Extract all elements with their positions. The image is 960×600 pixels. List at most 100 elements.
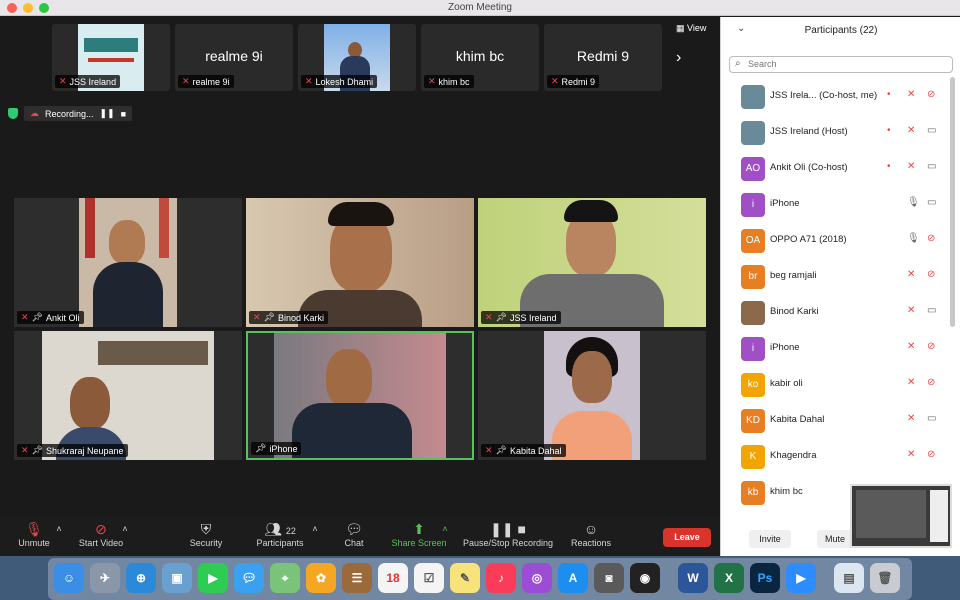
excel-icon[interactable]: X	[714, 563, 744, 593]
participants-caret-icon[interactable]: ˄	[310, 524, 320, 534]
unmute-button[interactable]: 🎙︎ Unmute	[14, 520, 54, 548]
participant-name: Binod Karki	[770, 306, 819, 317]
participant-row[interactable]: i iPhone ✕ ⊘	[721, 331, 953, 367]
music-icon[interactable]: ♪	[486, 563, 516, 593]
podcasts-icon[interactable]: ◎	[522, 563, 552, 593]
obs-icon[interactable]: ◉	[630, 563, 660, 593]
calendar-icon[interactable]: 18	[378, 563, 408, 593]
video-tile[interactable]: ✕ 📌︎ Binod Karki	[246, 198, 474, 327]
contacts-icon[interactable]: ☰	[342, 563, 372, 593]
participant-row[interactable]: br beg ramjali ✕ ⊘	[721, 259, 953, 295]
avatar: br	[741, 265, 765, 289]
finder-icon[interactable]: ☺	[54, 563, 84, 593]
panel-scrollbar[interactable]	[950, 77, 955, 327]
invite-button[interactable]: Invite	[749, 530, 791, 548]
video-camera-icon: ▭	[927, 161, 937, 172]
pin-icon: 📌︎	[31, 445, 43, 455]
thumbnail-name: realme 9i	[192, 76, 230, 87]
next-page-arrow-icon[interactable]: ›	[676, 49, 681, 67]
participant-row[interactable]: JSS Irela... (Co-host, me) • ✕ ⊘	[721, 79, 953, 115]
app-store-icon[interactable]: A	[558, 563, 588, 593]
participants-count: 22	[285, 526, 296, 536]
image-capture-icon[interactable]: ◙	[594, 563, 624, 593]
pause-stop-icon: ❚❚ ■	[490, 521, 526, 537]
thumbnail-jss-ireland[interactable]: ✕ JSS Ireland	[52, 24, 170, 91]
thumbnail-lokesh-dhami[interactable]: ✕ Lokesh Dhami	[298, 24, 416, 91]
thumbnail-redmi-9[interactable]: Redmi 9 ✕ Redmi 9	[544, 24, 662, 91]
thumbnail-namebar: ✕ realme 9i	[178, 75, 234, 88]
participant-row[interactable]: KD Kabita Dahal ✕ ▭	[721, 403, 953, 439]
security-button[interactable]: ⛨ Security	[184, 520, 228, 548]
video-off-icon: ⊘	[927, 449, 936, 460]
downloads-stack-icon[interactable]: ▤	[834, 563, 864, 593]
safari-icon[interactable]: ⊕	[126, 563, 156, 593]
word-icon[interactable]: W	[678, 563, 708, 593]
avatar: ko	[741, 373, 765, 397]
video-tile[interactable]: ✕ 📌︎ Shukraraj Neupane	[14, 331, 242, 460]
trash-icon[interactable]: 🗑︎	[870, 563, 900, 593]
share-options-caret-icon[interactable]: ˄	[440, 524, 450, 534]
thumbnail-namebar: ✕ khim bc	[424, 75, 474, 88]
thumbnail-realme-9i[interactable]: realme 9i ✕ realme 9i	[175, 24, 293, 91]
notes-icon[interactable]: ✎	[450, 563, 480, 593]
photoshop-icon[interactable]: Ps	[750, 563, 780, 593]
mute-all-button[interactable]: Mute	[817, 530, 853, 548]
video-tile[interactable]: ✕ 📌︎ Ankit Oli	[14, 198, 242, 327]
reminders-icon[interactable]: ☑	[414, 563, 444, 593]
start-video-label: Start Video	[78, 538, 124, 548]
launchpad-icon[interactable]: ✈	[90, 563, 120, 593]
zoom-icon[interactable]: ▶	[786, 563, 816, 593]
mic-off-icon: ✕	[485, 312, 493, 322]
participant-row[interactable]: AO Ankit Oli (Co-host) • ✕ ▭	[721, 151, 953, 187]
mic-off-icon: ✕	[907, 269, 916, 280]
photos-icon[interactable]: ✿	[306, 563, 336, 593]
tile-namebar: ✕ 📌︎ Shukraraj Neupane	[17, 444, 128, 457]
chat-button[interactable]: 💬︎ Chat	[336, 520, 372, 548]
thumbnail-namebar: ✕ Lokesh Dhami	[301, 75, 378, 88]
messages-icon[interactable]: 💬︎	[234, 563, 264, 593]
tile-name: iPhone	[269, 443, 298, 454]
participant-name: iPhone	[770, 198, 800, 209]
view-button[interactable]: ▦ View	[676, 23, 706, 34]
mic-off-icon: ✕	[485, 445, 493, 455]
reactions-button[interactable]: ☺ Reactions	[568, 520, 614, 548]
video-options-caret-icon[interactable]: ˄	[120, 524, 130, 534]
facetime-icon[interactable]: ▶	[198, 563, 228, 593]
video-feed	[544, 331, 640, 460]
meeting-toolbar: 🎙︎ Unmute ˄ ⊘ Start Video ˄ ⛨ Security 👥…	[0, 516, 720, 556]
participant-name: Ankit Oli (Co-host)	[770, 162, 848, 173]
video-tile-active-speaker[interactable]: 📌︎ iPhone	[246, 331, 474, 460]
security-label: Security	[189, 538, 223, 548]
stop-recording-icon[interactable]: ■	[121, 109, 126, 119]
pin-icon: 📌︎	[263, 312, 275, 322]
participant-row[interactable]: K Khagendra ✕ ⊘	[721, 439, 953, 475]
video-tile[interactable]: ✕ 📌︎ JSS Ireland	[478, 198, 706, 327]
preview-icon[interactable]: ▣	[162, 563, 192, 593]
cloud-record-icon: ☁	[30, 108, 39, 118]
pause-recording-icon[interactable]: ❚❚	[100, 108, 115, 119]
mini-window-preview[interactable]	[850, 484, 952, 548]
mic-off-icon: ✕	[182, 76, 190, 86]
participant-row[interactable]: Binod Karki ✕ ▭	[721, 295, 953, 331]
search-input[interactable]: Search	[729, 56, 953, 73]
thumbnail-khim-bc[interactable]: khim bc ✕ khim bc	[421, 24, 539, 91]
participant-name: iPhone	[770, 342, 800, 353]
tile-name: Kabita Dahal	[509, 445, 562, 456]
thumbnail-big-name: Redmi 9	[576, 48, 630, 64]
pause-stop-recording-button[interactable]: ❚❚ ■ Pause/Stop Recording	[458, 520, 558, 548]
thumbnail-big-name: realme 9i	[205, 48, 263, 64]
participants-label: Participants	[256, 538, 304, 548]
video-off-icon: ⊘	[927, 269, 936, 280]
participant-name: khim bc	[770, 486, 803, 497]
maps-icon[interactable]: ⌖	[270, 563, 300, 593]
participant-row[interactable]: i iPhone 🎙︎ ▭	[721, 187, 953, 223]
video-tile[interactable]: ✕ 📌︎ Kabita Dahal	[478, 331, 706, 460]
avatar: KD	[741, 409, 765, 433]
participant-row[interactable]: ko kabir oli ✕ ⊘	[721, 367, 953, 403]
audio-options-caret-icon[interactable]: ˄	[54, 524, 64, 534]
participants-button[interactable]: 👥︎ 22 Participants	[252, 520, 308, 548]
participant-row[interactable]: JSS Ireland (Host) • ✕ ▭	[721, 115, 953, 151]
participant-row[interactable]: OA OPPO A71 (2018) 🎙︎ ⊘	[721, 223, 953, 259]
leave-button[interactable]: Leave	[663, 528, 711, 547]
participant-name: beg ramjali	[770, 270, 817, 281]
